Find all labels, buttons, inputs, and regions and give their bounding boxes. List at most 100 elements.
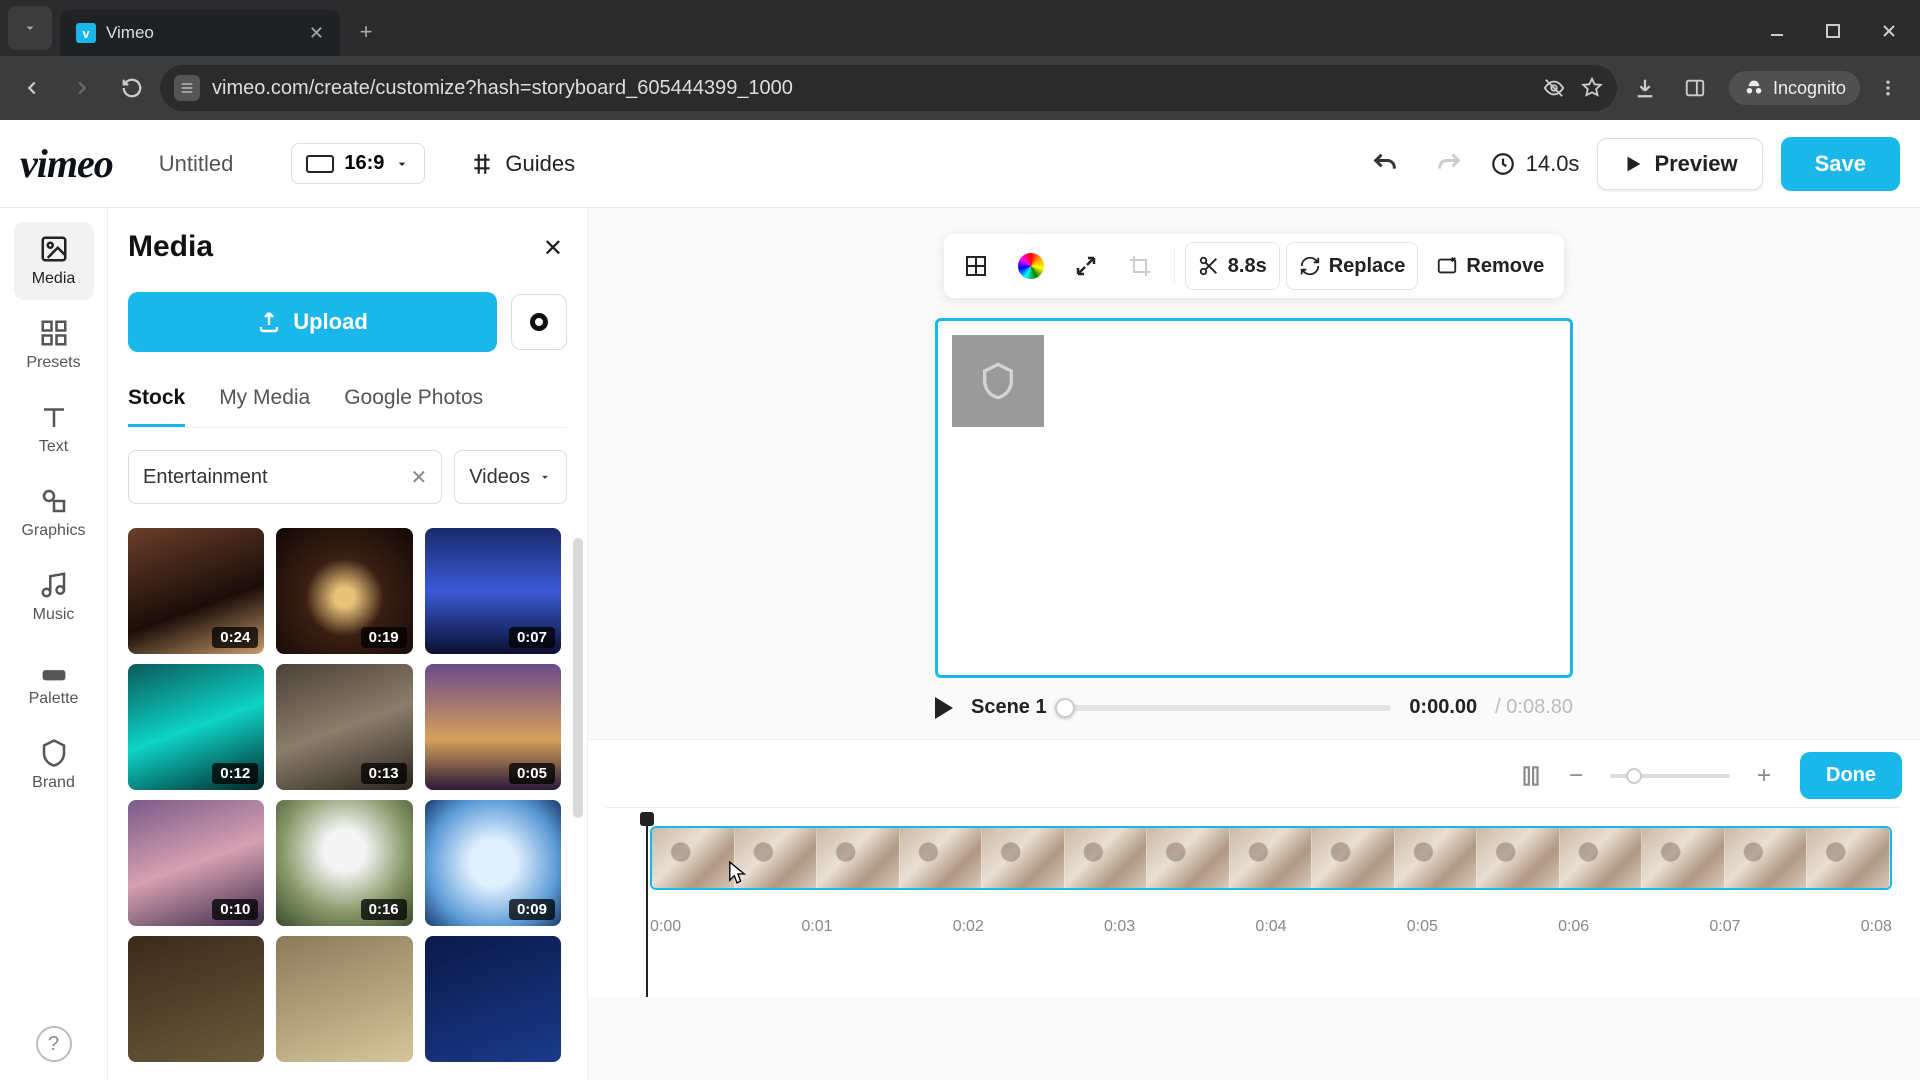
stock-thumbnail[interactable] xyxy=(425,936,561,1062)
incognito-badge[interactable]: Incognito xyxy=(1729,71,1860,105)
save-button[interactable]: Save xyxy=(1781,137,1900,191)
record-button[interactable] xyxy=(511,294,567,350)
preview-button[interactable]: Preview xyxy=(1597,138,1762,190)
new-tab-button[interactable]: + xyxy=(346,12,386,52)
stock-thumbnail[interactable]: 0:13 xyxy=(276,664,412,790)
reload-button[interactable] xyxy=(110,66,154,110)
search-value: Entertainment xyxy=(143,466,268,489)
color-button[interactable] xyxy=(1006,242,1056,290)
remove-button[interactable]: Remove xyxy=(1424,242,1556,290)
forward-button[interactable] xyxy=(60,66,104,110)
trim-duration: 8.8s xyxy=(1228,255,1267,278)
upload-button[interactable]: Upload xyxy=(128,292,497,352)
stock-thumbnail[interactable] xyxy=(276,936,412,1062)
placeholder-block[interactable] xyxy=(952,335,1044,427)
rail-palette[interactable]: Palette xyxy=(14,642,94,720)
clip-frame xyxy=(1477,828,1560,888)
replace-button[interactable]: Replace xyxy=(1286,242,1419,290)
canvas-stage[interactable] xyxy=(935,318,1573,678)
close-window-button[interactable] xyxy=(1868,14,1910,48)
placeholder-icon xyxy=(978,361,1018,401)
stock-thumbnail[interactable]: 0:07 xyxy=(425,528,561,654)
zoom-out-button[interactable]: − xyxy=(1564,762,1588,790)
clear-search-icon[interactable]: ✕ xyxy=(410,465,427,490)
play-button[interactable] xyxy=(935,697,953,719)
duration-badge: 0:19 xyxy=(361,627,407,648)
rail-media[interactable]: Media xyxy=(14,222,94,300)
duration-value: 14.0s xyxy=(1526,151,1580,177)
zoom-in-button[interactable]: + xyxy=(1752,762,1776,790)
zoom-slider[interactable] xyxy=(1610,774,1730,778)
incognito-label: Incognito xyxy=(1773,78,1846,99)
duration-badge: 0:05 xyxy=(509,763,555,784)
downloads-icon[interactable] xyxy=(1623,66,1667,110)
rail-text[interactable]: Text xyxy=(14,390,94,468)
stock-thumbnail[interactable]: 0:19 xyxy=(276,528,412,654)
stock-thumbnail[interactable]: 0:24 xyxy=(128,528,264,654)
project-title[interactable]: Untitled xyxy=(159,151,234,177)
scrub-handle[interactable] xyxy=(1055,698,1075,718)
timeline: − + Done 0:000:010:020:030:040:050:060:0… xyxy=(588,739,1920,997)
aspect-label: 16:9 xyxy=(344,152,384,175)
aspect-ratio-selector[interactable]: 16:9 xyxy=(291,143,425,184)
clip-frame xyxy=(652,828,735,888)
trim-button[interactable]: 8.8s xyxy=(1185,242,1280,290)
remove-icon xyxy=(1436,255,1458,277)
minimize-button[interactable] xyxy=(1756,14,1798,48)
clip-strip[interactable] xyxy=(650,826,1892,890)
guides-button[interactable]: Guides xyxy=(469,151,575,177)
search-input[interactable]: Entertainment ✕ xyxy=(128,450,442,504)
preview-label: Preview xyxy=(1654,151,1737,177)
tab-stock[interactable]: Stock xyxy=(128,386,185,427)
site-info-icon[interactable] xyxy=(174,75,200,101)
close-tab-icon[interactable]: ✕ xyxy=(309,23,324,44)
canvas-area: 8.8s Replace Remove Scene 1 0:00.00 xyxy=(588,208,1920,1080)
zoom-handle[interactable] xyxy=(1626,768,1642,784)
rail-graphics[interactable]: Graphics xyxy=(14,474,94,552)
layout-button[interactable] xyxy=(952,242,1000,290)
duration-badge: 0:24 xyxy=(212,627,258,648)
maximize-button[interactable] xyxy=(1812,14,1854,48)
rail-brand[interactable]: Brand xyxy=(14,726,94,804)
tab-search-button[interactable] xyxy=(8,6,52,50)
rail-presets[interactable]: Presets xyxy=(14,306,94,384)
rail-music[interactable]: Music xyxy=(14,558,94,636)
tab-my-media[interactable]: My Media xyxy=(219,386,310,427)
panel-scrollbar[interactable] xyxy=(573,538,583,818)
canvas-toolbar: 8.8s Replace Remove xyxy=(944,234,1564,298)
bookmark-star-icon[interactable] xyxy=(1581,77,1603,99)
clip-frame xyxy=(817,828,900,888)
expand-button[interactable] xyxy=(1062,242,1110,290)
stock-thumbnail[interactable] xyxy=(128,936,264,1062)
stock-thumbnail[interactable]: 0:05 xyxy=(425,664,561,790)
media-type-select[interactable]: Videos xyxy=(454,450,567,504)
panel-title: Media xyxy=(128,230,567,264)
redo-button[interactable] xyxy=(1426,141,1472,187)
browser-menu-icon[interactable] xyxy=(1866,66,1910,110)
tab-google-photos[interactable]: Google Photos xyxy=(344,386,483,427)
timeline-body: 0:000:010:020:030:040:050:060:070:08 xyxy=(606,807,1902,997)
playhead[interactable] xyxy=(646,814,648,997)
done-button[interactable]: Done xyxy=(1800,752,1902,799)
stock-thumbnail[interactable]: 0:10 xyxy=(128,800,264,926)
duration-badge: 0:09 xyxy=(509,899,555,920)
stock-thumbnail[interactable]: 0:16 xyxy=(276,800,412,926)
browser-tab[interactable]: v Vimeo ✕ xyxy=(60,10,340,56)
stock-thumbnail[interactable]: 0:09 xyxy=(425,800,561,926)
total-duration[interactable]: 14.0s xyxy=(1490,151,1580,177)
crop-button[interactable] xyxy=(1116,242,1164,290)
vimeo-logo[interactable]: vimeo xyxy=(20,140,113,187)
panel-close-button[interactable]: ✕ xyxy=(543,234,563,263)
back-button[interactable] xyxy=(10,66,54,110)
fit-timeline-button[interactable] xyxy=(1512,757,1550,795)
scene-scrubber[interactable] xyxy=(1065,705,1392,711)
help-button[interactable]: ? xyxy=(36,1026,72,1062)
stock-thumbnail[interactable]: 0:12 xyxy=(128,664,264,790)
clip-frame xyxy=(982,828,1065,888)
address-bar[interactable]: vimeo.com/create/customize?hash=storyboa… xyxy=(160,65,1617,111)
undo-button[interactable] xyxy=(1362,141,1408,187)
total-time: / 0:08.80 xyxy=(1495,696,1573,719)
tab-title: Vimeo xyxy=(106,23,154,43)
side-panel-icon[interactable] xyxy=(1673,66,1717,110)
eye-off-icon[interactable] xyxy=(1543,77,1565,99)
